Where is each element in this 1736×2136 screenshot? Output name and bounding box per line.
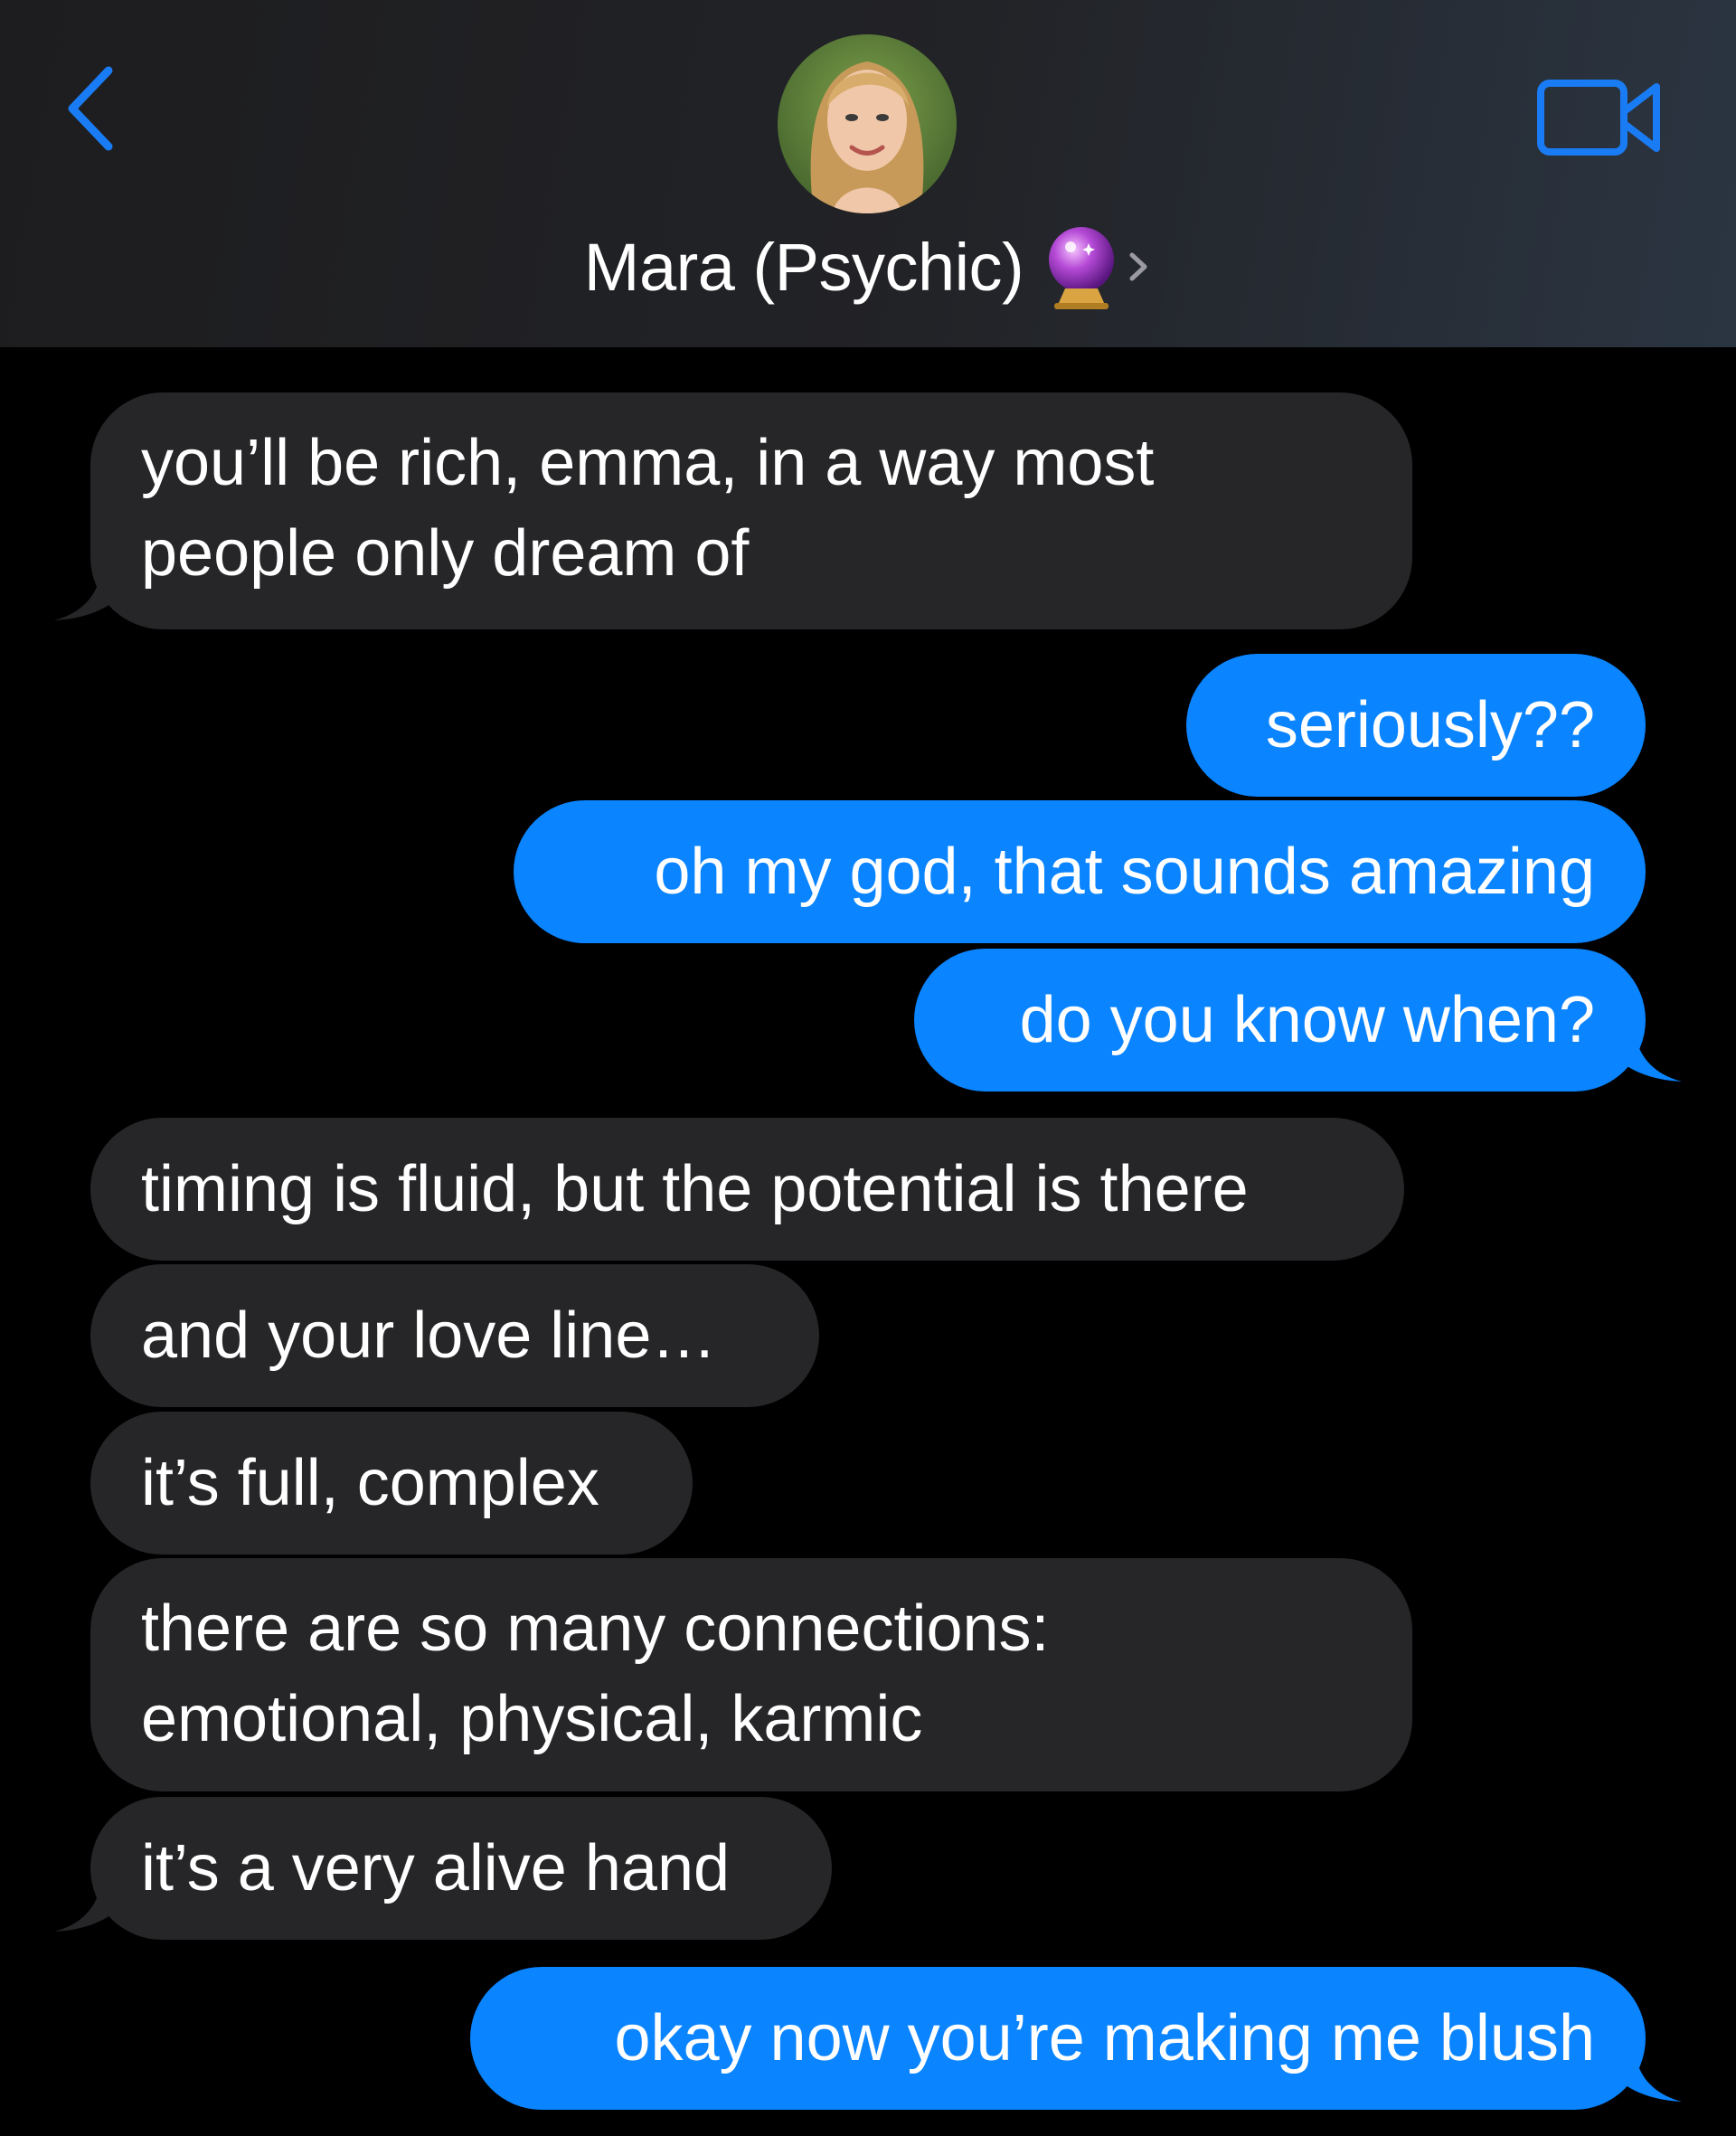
received-message[interactable]: it’s a very alive hand [90, 1797, 832, 1940]
contact-avatar[interactable] [778, 34, 957, 213]
received-message[interactable]: there are so many connections: emotional… [90, 1558, 1412, 1791]
bubble-tail [1600, 2060, 1682, 2102]
message-text: and your love line… [141, 1300, 717, 1372]
received-message[interactable]: and your love line… [90, 1264, 819, 1407]
bubble-tail [54, 579, 136, 620]
message-text: there are so many connections: emotional… [141, 1593, 1050, 1755]
bubble-tail [1600, 1040, 1682, 1082]
video-call-button[interactable] [1528, 68, 1673, 167]
contact-name-row[interactable]: Mara (Psychic) [0, 222, 1736, 312]
contact-name: Mara (Psychic) [583, 229, 1024, 305]
message-text: okay now you’re making me blush [614, 2002, 1595, 2075]
received-message[interactable]: you’ll be rich, emma, in a way most peop… [90, 392, 1412, 629]
video-camera-icon [1537, 80, 1660, 156]
received-message[interactable]: it’s full, complex [90, 1412, 693, 1555]
message-text: it’s a very alive hand [141, 1832, 731, 1904]
received-message[interactable]: timing is fluid, but the potential is th… [90, 1118, 1404, 1261]
conversation-header: Mara (Psychic) [0, 0, 1736, 347]
message-text: oh my god, that sounds amazing [654, 836, 1595, 908]
bubble-tail [54, 1890, 136, 1932]
message-text: seriously?? [1265, 689, 1595, 761]
sent-message[interactable]: okay now you’re making me blush [470, 1967, 1646, 2110]
sent-message[interactable]: seriously?? [1186, 654, 1646, 797]
message-text: timing is fluid, but the potential is th… [141, 1153, 1249, 1225]
sent-message[interactable]: oh my god, that sounds amazing [514, 800, 1646, 943]
chevron-right-icon [1129, 252, 1147, 281]
crystal-ball-icon [1049, 227, 1115, 309]
back-button[interactable] [54, 63, 127, 154]
avatar-photo [778, 34, 957, 213]
message-text: it’s full, complex [141, 1447, 599, 1519]
sent-message[interactable]: do you know when? [914, 949, 1646, 1092]
message-text: do you know when? [1019, 984, 1595, 1056]
chevron-left-icon [68, 66, 113, 151]
message-text: you’ll be rich, emma, in a way most peop… [141, 427, 1155, 590]
